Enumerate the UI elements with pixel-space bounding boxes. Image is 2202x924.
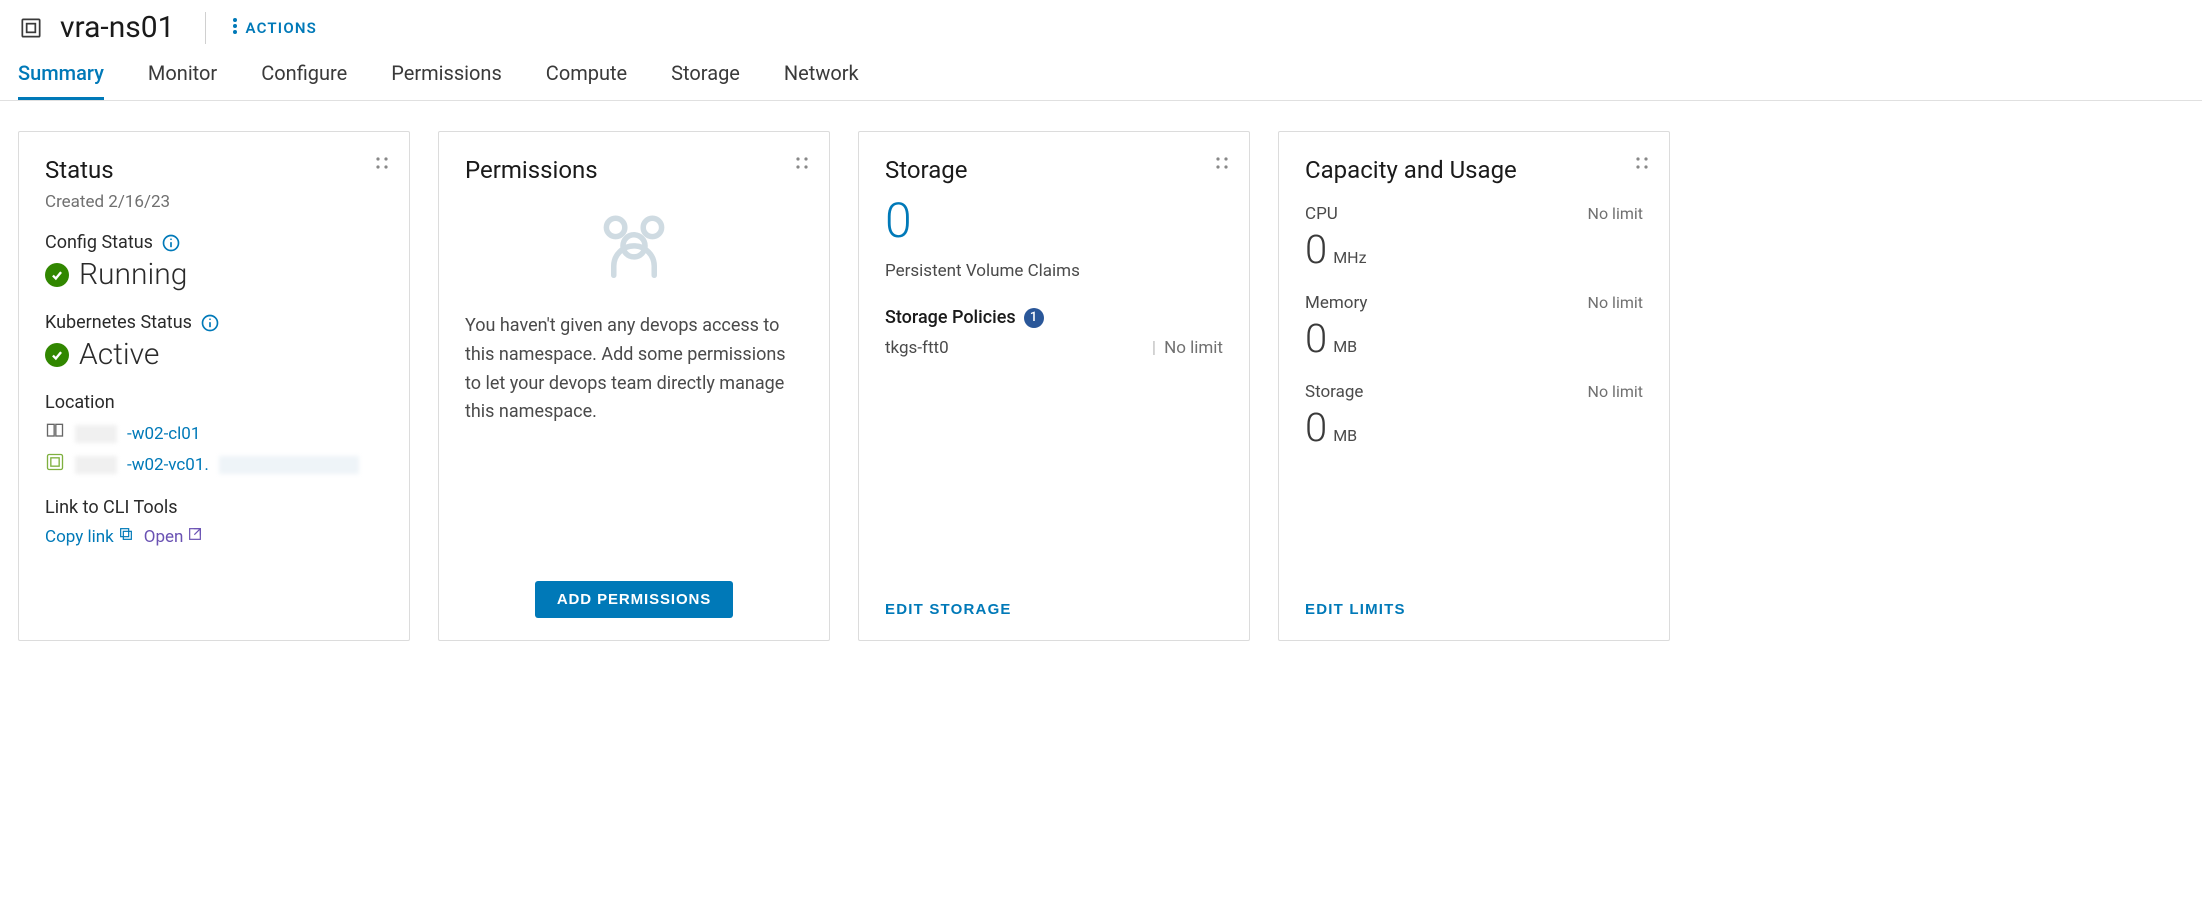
copy-icon (118, 526, 134, 547)
tab-summary[interactable]: Summary (18, 61, 104, 100)
copy-link-button[interactable]: Copy link (45, 526, 134, 547)
permissions-card-title: Permissions (465, 156, 803, 184)
redacted-text (219, 456, 359, 474)
tab-permissions[interactable]: Permissions (391, 61, 502, 100)
namespace-title: vra-ns01 (60, 10, 175, 45)
usage-value-memory: 0 MB (1305, 315, 1643, 362)
pvc-count: 0 (885, 192, 1223, 249)
kubernetes-status-label: Kubernetes Status (45, 312, 383, 333)
tab-configure[interactable]: Configure (261, 61, 347, 100)
tab-monitor[interactable]: Monitor (148, 61, 217, 100)
permissions-empty-text: You haven't given any devops access to t… (465, 312, 803, 427)
edit-storage-button[interactable]: EDIT STORAGE (885, 601, 1012, 618)
storage-policy-row: tkgs-ftt0 |No limit (885, 338, 1223, 358)
tab-storage[interactable]: Storage (671, 61, 740, 100)
kubernetes-status-value: Active (45, 337, 383, 372)
policy-name: tkgs-ftt0 (885, 338, 949, 358)
tab-network[interactable]: Network (784, 61, 859, 100)
info-icon[interactable] (161, 233, 181, 253)
capacity-card: Capacity and Usage CPU No limit 0 MHz Me… (1278, 131, 1670, 641)
edit-limits-button[interactable]: EDIT LIMITS (1305, 601, 1406, 618)
success-check-icon (45, 343, 69, 367)
add-permissions-button[interactable]: ADD PERMISSIONS (535, 581, 733, 618)
config-status-label: Config Status (45, 232, 383, 253)
vcenter-icon (45, 452, 65, 477)
drag-handle-icon[interactable] (795, 156, 809, 170)
location-vcenter-link[interactable]: -w02-vc01. (127, 455, 209, 475)
status-card: Status Created 2/16/23 Config Status Run… (18, 131, 410, 641)
cluster-icon (45, 421, 65, 446)
tab-compute[interactable]: Compute (546, 61, 627, 100)
storage-policies-header: Storage Policies 1 (885, 307, 1223, 328)
cli-tools-label: Link to CLI Tools (45, 497, 383, 518)
usage-value-cpu: 0 MHz (1305, 226, 1643, 273)
storage-card-title: Storage (885, 156, 1223, 184)
info-icon[interactable] (200, 313, 220, 333)
usage-value-storage: 0 MB (1305, 404, 1643, 451)
usage-row-cpu: CPU No limit (1305, 204, 1643, 224)
usage-row-storage: Storage No limit (1305, 382, 1643, 402)
vertical-dots-icon (230, 17, 240, 39)
redacted-text (75, 456, 117, 474)
drag-handle-icon[interactable] (1215, 156, 1229, 170)
users-group-icon (588, 269, 680, 288)
drag-handle-icon[interactable] (375, 156, 389, 170)
cards-row: Status Created 2/16/23 Config Status Run… (0, 101, 2202, 671)
pvc-label: Persistent Volume Claims (885, 261, 1223, 281)
policies-count-badge: 1 (1024, 308, 1044, 328)
capacity-card-title: Capacity and Usage (1305, 156, 1643, 184)
location-label: Location (45, 392, 383, 413)
actions-menu-button[interactable]: ACTIONS (230, 17, 318, 39)
namespace-icon (18, 15, 44, 41)
usage-row-memory: Memory No limit (1305, 293, 1643, 313)
redacted-text (75, 425, 117, 443)
status-created-date: Created 2/16/23 (45, 192, 383, 212)
permissions-card: Permissions You haven't given any devops… (438, 131, 830, 641)
success-check-icon (45, 263, 69, 287)
page-header: vra-ns01 ACTIONS (0, 0, 2202, 49)
tabs: Summary Monitor Configure Permissions Co… (0, 49, 2202, 101)
drag-handle-icon[interactable] (1635, 156, 1649, 170)
location-cluster-link[interactable]: -w02-cl01 (127, 424, 200, 444)
location-cluster[interactable]: -w02-cl01 (45, 421, 383, 446)
location-vcenter[interactable]: -w02-vc01. (45, 452, 383, 477)
actions-label: ACTIONS (246, 19, 318, 37)
open-link-button[interactable]: Open (144, 526, 204, 547)
storage-card: Storage 0 Persistent Volume Claims Stora… (858, 131, 1250, 641)
policy-limit: No limit (1164, 338, 1223, 358)
status-card-title: Status (45, 156, 383, 184)
header-divider (205, 12, 206, 44)
external-link-icon (187, 526, 203, 547)
config-status-value: Running (45, 257, 383, 292)
